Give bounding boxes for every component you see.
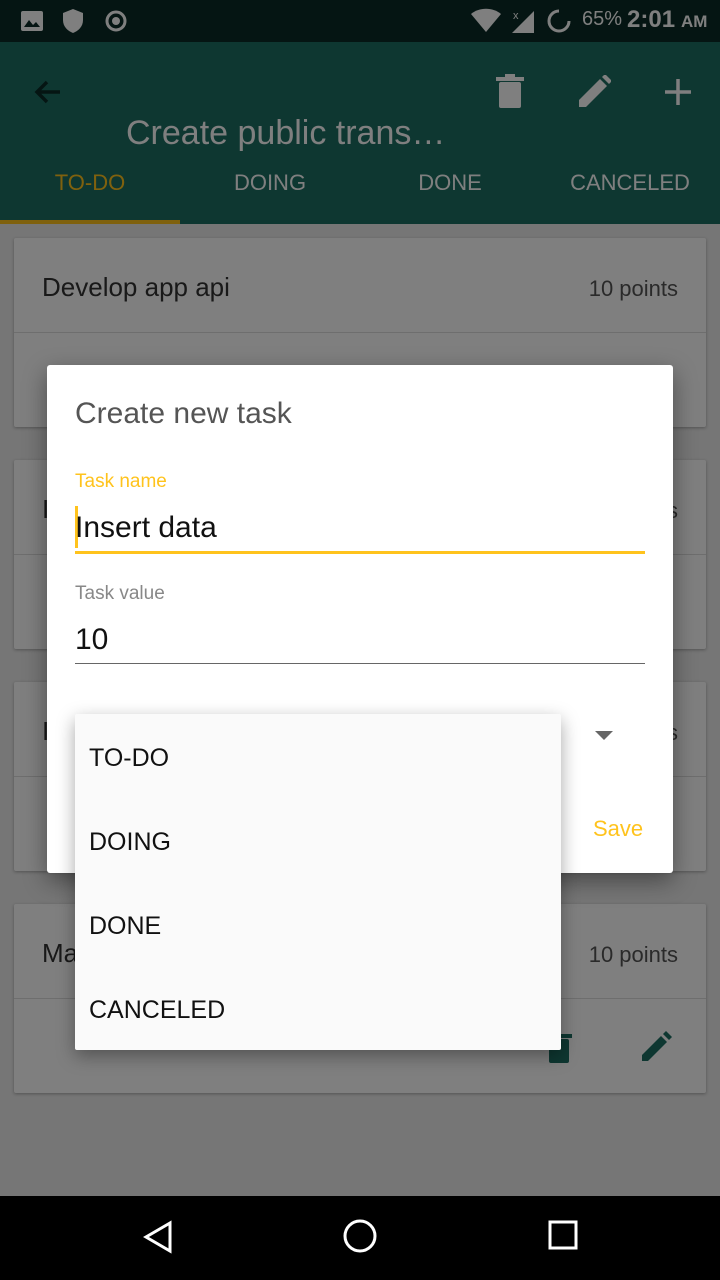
home-nav-icon[interactable] [342,1218,378,1254]
dropdown-option-to-do[interactable]: TO-DO [75,714,561,798]
system-nav-bar [0,1196,720,1280]
task-value-underline [75,663,645,664]
dropdown-arrow-icon[interactable] [595,731,613,740]
dropdown-option-doing[interactable]: DOING [75,798,561,882]
back-nav-icon[interactable] [142,1220,174,1254]
dropdown-option-done[interactable]: DONE [75,882,561,966]
status-dropdown-menu: TO-DO DOING DONE CANCELED [75,714,561,1050]
recents-nav-icon[interactable] [548,1220,578,1250]
task-name-input[interactable] [75,505,645,551]
task-name-label: Task name [75,471,167,492]
task-name-underline [75,551,645,554]
task-value-input[interactable] [75,617,645,663]
dropdown-option-canceled[interactable]: CANCELED [75,966,561,1050]
dialog-title: Create new task [75,397,292,430]
save-button[interactable]: Save [593,816,643,842]
task-value-label: Task value [75,583,165,604]
